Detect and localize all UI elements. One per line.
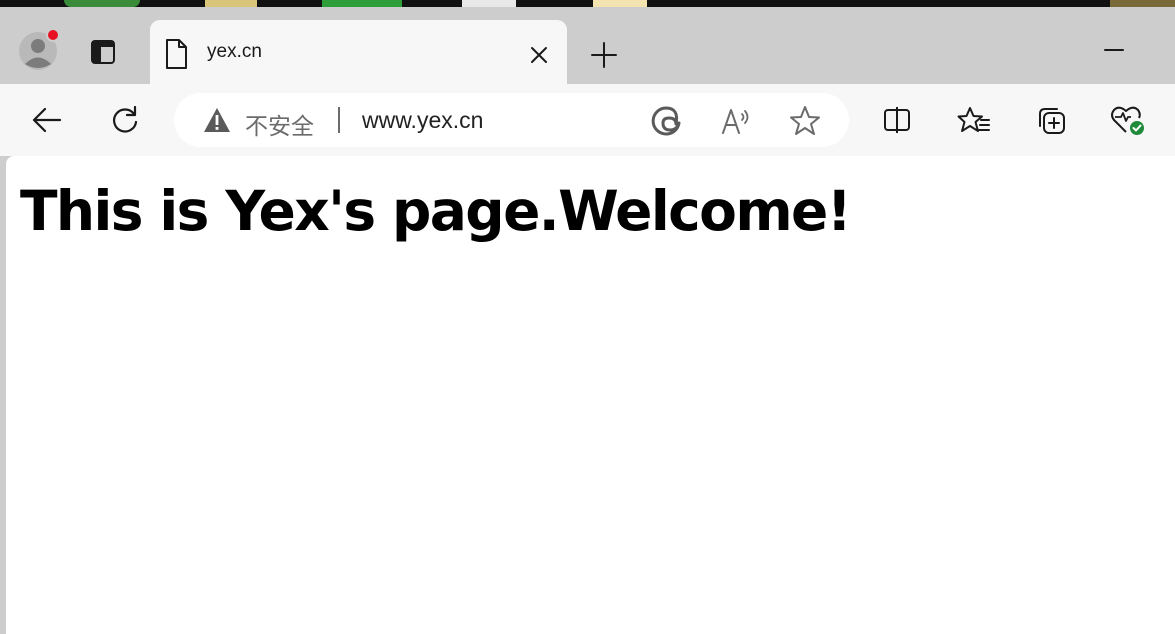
favorites-button[interactable] <box>952 100 996 140</box>
back-button[interactable] <box>24 100 70 140</box>
vertical-tabs-icon <box>91 40 115 64</box>
page-heading: This is Yex's page.Welcome! <box>20 179 852 243</box>
warning-triangle-icon[interactable] <box>202 106 232 134</box>
new-tab-button[interactable] <box>583 34 625 76</box>
browser-essentials-icon <box>1111 106 1144 135</box>
address-divider <box>338 107 340 133</box>
arrow-left-icon <box>32 107 62 133</box>
minimize-icon <box>1104 49 1124 51</box>
desktop-background-strip <box>0 0 1175 7</box>
profile-button[interactable] <box>14 27 62 75</box>
refresh-icon <box>113 105 138 133</box>
plus-icon <box>591 42 617 68</box>
url-text[interactable]: www.yex.cn <box>362 107 483 134</box>
minimize-button[interactable] <box>1096 35 1132 65</box>
page-content: This is Yex's page.Welcome! <box>6 156 1175 634</box>
browser-essentials-button[interactable] <box>1106 100 1150 140</box>
add-favorite-button[interactable] <box>788 104 822 138</box>
read-aloud-button[interactable] <box>720 106 754 136</box>
tab-actions-button[interactable] <box>80 31 126 73</box>
profile-avatar-icon <box>19 28 60 70</box>
address-bar[interactable]: 不安全 www.yex.cn <box>174 93 849 147</box>
security-status-label[interactable]: 不安全 <box>245 107 314 141</box>
refresh-button[interactable] <box>102 98 148 142</box>
collections-icon <box>1039 108 1065 134</box>
tab-yex[interactable]: yex.cn <box>150 20 567 91</box>
favorites-icon <box>957 107 990 132</box>
page-icon <box>164 38 188 70</box>
tab-title: yex.cn <box>207 41 262 62</box>
star-icon <box>790 106 820 135</box>
close-icon <box>531 47 547 63</box>
split-screen-button[interactable] <box>876 100 918 140</box>
edge-icon[interactable] <box>650 105 682 137</box>
read-aloud-icon <box>722 109 749 134</box>
tab-close-button[interactable] <box>524 40 554 70</box>
split-screen-icon <box>884 107 910 133</box>
collections-button[interactable] <box>1030 100 1072 140</box>
tab-bar: yex.cn <box>0 7 1175 91</box>
navigation-toolbar: 不安全 www.yex.cn <box>0 84 1175 156</box>
notification-dot-icon <box>46 28 60 42</box>
